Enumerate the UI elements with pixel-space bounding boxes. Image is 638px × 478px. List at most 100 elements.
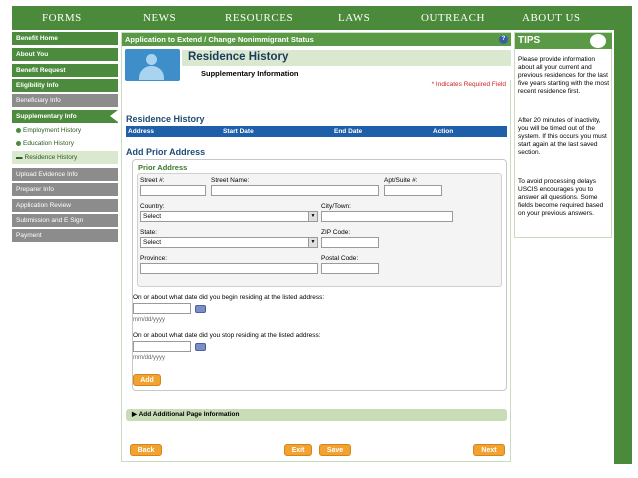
begin-date-input[interactable] bbox=[133, 303, 191, 314]
zip-code-input[interactable] bbox=[321, 237, 379, 248]
person-icon bbox=[125, 49, 180, 81]
residence-history-heading: Residence History bbox=[126, 114, 205, 124]
country-select[interactable]: Select ▼ bbox=[140, 211, 318, 222]
sidebar-item-education-history[interactable]: Education History bbox=[12, 137, 118, 150]
sidebar-item-eligibility-info[interactable]: Eligibility Info bbox=[12, 79, 118, 92]
tip-paragraph: To avoid processing delays USCIS encoura… bbox=[518, 178, 604, 217]
stop-date-input[interactable] bbox=[133, 341, 191, 352]
postal-code-label: Postal Code: bbox=[321, 255, 359, 262]
nav-forms[interactable]: FORMS bbox=[42, 12, 82, 24]
sidebar-item-beneficiary-info[interactable]: Beneficiary Info bbox=[12, 94, 118, 107]
sidebar-item-label: Education History bbox=[23, 140, 74, 147]
top-navigation: FORMS NEWS RESOURCES LAWS OUTREACH ABOUT… bbox=[12, 6, 632, 30]
stop-date-question: On or about what date did you stop resid… bbox=[133, 332, 321, 339]
page-title: Residence History bbox=[188, 51, 289, 63]
calendar-icon[interactable] bbox=[195, 305, 206, 313]
sidebar-item-label: Payment bbox=[16, 232, 42, 239]
stop-date-hint: mm/dd/yyyy bbox=[133, 355, 166, 361]
minus-icon: ▬ bbox=[16, 154, 23, 161]
left-sidebar: Benefit Home About You Benefit Request E… bbox=[12, 32, 118, 460]
add-page-info-label: Add Additional Page Information bbox=[138, 411, 240, 418]
sidebar-item-label: Supplementary Info bbox=[16, 113, 77, 120]
help-icon[interactable]: ? bbox=[499, 35, 508, 44]
sidebar-item-label: Application Review bbox=[16, 202, 71, 209]
bullet-icon bbox=[16, 127, 21, 133]
prior-address-box: Prior Address Street #: Street Name: Apt… bbox=[132, 159, 507, 391]
sidebar-item-benefit-request[interactable]: Benefit Request bbox=[12, 64, 118, 77]
sidebar-item-label: Benefit Home bbox=[16, 35, 58, 42]
country-label: Country: bbox=[140, 203, 165, 210]
footer bbox=[12, 464, 632, 478]
next-button[interactable]: Next bbox=[473, 444, 505, 456]
add-address-button[interactable]: Add bbox=[133, 374, 161, 386]
state-label: State: bbox=[140, 229, 157, 236]
sidebar-item-label: Beneficiary Info bbox=[16, 97, 61, 104]
nav-laws[interactable]: LAWS bbox=[338, 12, 370, 24]
state-select-value: Select bbox=[143, 239, 162, 246]
sidebar-item-label: Submission and E Sign bbox=[16, 217, 84, 224]
sidebar-item-label: Benefit Request bbox=[16, 67, 66, 74]
nav-news[interactable]: NEWS bbox=[143, 12, 176, 24]
sidebar-item-label: Residence History bbox=[24, 154, 78, 161]
apt-suite-input[interactable] bbox=[384, 185, 442, 196]
prior-address-title: Prior Address bbox=[138, 163, 188, 172]
address-fields-area: Street #: Street Name: Apt/Suite #: Coun… bbox=[137, 173, 502, 287]
active-arrow-icon bbox=[110, 110, 118, 122]
residence-table-header: Address Start Date End Date Action bbox=[126, 126, 507, 137]
back-button[interactable]: Back bbox=[130, 444, 162, 456]
street-number-input[interactable] bbox=[140, 185, 206, 196]
required-field-note: * Indicates Required Field bbox=[431, 81, 506, 88]
street-number-label: Street #: bbox=[140, 177, 165, 184]
tip-paragraph: After 20 minutes of inactivity, you will… bbox=[518, 117, 607, 156]
tips-title: TIPS bbox=[518, 35, 541, 46]
add-additional-page-info[interactable]: ▶ Add Additional Page Information bbox=[126, 409, 507, 421]
postal-code-input[interactable] bbox=[321, 263, 379, 274]
calendar-icon[interactable] bbox=[195, 343, 206, 351]
add-prior-address-heading: Add Prior Address bbox=[126, 147, 206, 157]
zip-code-label: ZIP Code: bbox=[321, 229, 351, 236]
tips-circle-icon bbox=[589, 33, 607, 49]
sidebar-item-upload-evidence-info[interactable]: Upload Evidence Info bbox=[12, 168, 118, 181]
main-panel: Application to Extend / Change Nonimmigr… bbox=[121, 32, 511, 462]
street-name-input[interactable] bbox=[211, 185, 379, 196]
country-select-value: Select bbox=[143, 213, 162, 220]
column-address: Address bbox=[128, 128, 155, 135]
chevron-down-icon: ▼ bbox=[308, 238, 317, 247]
expand-arrow-icon: ▶ bbox=[132, 411, 137, 418]
title-area: Residence History Supplementary Informat… bbox=[122, 46, 511, 81]
state-select[interactable]: Select ▼ bbox=[140, 237, 318, 248]
tips-panel: TIPS Please provide information about al… bbox=[514, 32, 612, 238]
save-button[interactable]: Save bbox=[319, 444, 351, 456]
nav-resources[interactable]: RESOURCES bbox=[225, 12, 293, 24]
page-subtitle: Supplementary Information bbox=[201, 69, 299, 78]
sidebar-item-submission-esign[interactable]: Submission and E Sign bbox=[12, 214, 118, 227]
sidebar-item-benefit-home[interactable]: Benefit Home bbox=[12, 32, 118, 45]
city-town-label: City/Town: bbox=[321, 203, 351, 210]
city-town-input[interactable] bbox=[321, 211, 453, 222]
sidebar-item-supplementary-info[interactable]: Supplementary Info bbox=[12, 110, 118, 123]
sidebar-item-about-you[interactable]: About You bbox=[12, 48, 118, 61]
begin-date-hint: mm/dd/yyyy bbox=[133, 317, 166, 323]
exit-button[interactable]: Exit bbox=[284, 444, 312, 456]
apt-suite-label: Apt/Suite #: bbox=[384, 177, 418, 184]
form-header-title: Application to Extend / Change Nonimmigr… bbox=[125, 35, 314, 44]
sidebar-item-employment-history[interactable]: Employment History bbox=[12, 124, 118, 137]
column-start-date: Start Date bbox=[223, 128, 254, 135]
sidebar-item-label: About You bbox=[16, 51, 49, 58]
form-header: Application to Extend / Change Nonimmigr… bbox=[122, 33, 511, 46]
sidebar-item-payment[interactable]: Payment bbox=[12, 229, 118, 242]
sidebar-item-preparer-info[interactable]: Preparer Info bbox=[12, 183, 118, 196]
bullet-icon bbox=[16, 140, 21, 146]
sidebar-item-residence-history[interactable]: ▬ Residence History bbox=[12, 151, 118, 164]
sidebar-item-label: Upload Evidence Info bbox=[16, 171, 78, 178]
chevron-down-icon: ▼ bbox=[308, 212, 317, 221]
right-decorative-bar bbox=[614, 6, 632, 466]
begin-date-question: On or about what date did you begin resi… bbox=[133, 294, 325, 301]
street-name-label: Street Name: bbox=[211, 177, 250, 184]
nav-about-us[interactable]: ABOUT US bbox=[522, 12, 581, 24]
nav-outreach[interactable]: OUTREACH bbox=[421, 12, 485, 24]
column-action: Action bbox=[433, 128, 454, 135]
province-input[interactable] bbox=[140, 263, 318, 274]
sidebar-item-application-review[interactable]: Application Review bbox=[12, 199, 118, 212]
sidebar-item-label: Preparer Info bbox=[16, 186, 54, 193]
